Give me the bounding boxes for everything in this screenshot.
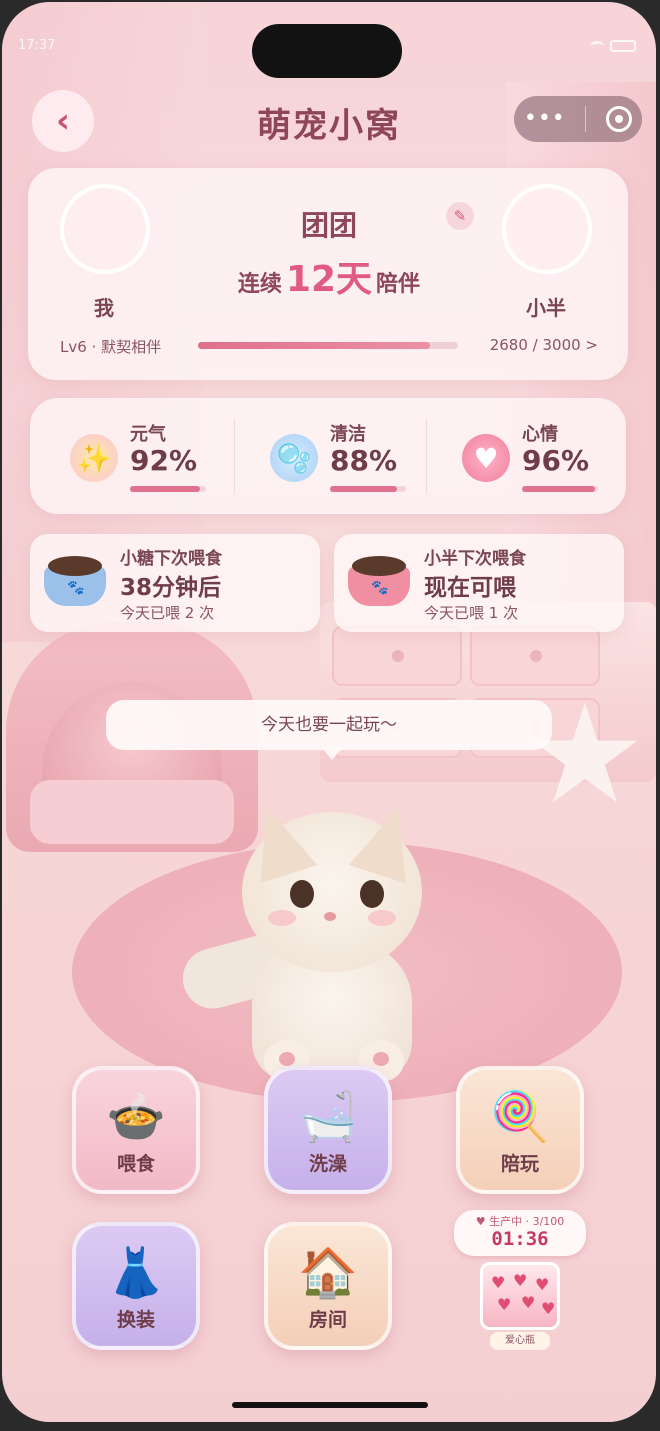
dress-button-label: 换装 [116,1309,155,1331]
feed-count: 今天已喂 2 次 [120,604,215,622]
avatar-label-me: 我 [94,296,114,320]
feed-status: 38分钟后 [120,575,222,601]
play-button-label: 陪玩 [500,1153,539,1175]
food-bowl-icon: 🐾 [44,556,106,610]
heart-jar[interactable]: ♥ 生产中 · 3/100 01:36 ♥ ♥ ♥ ♥ ♥ ♥ 爱心瓶 [454,1210,586,1350]
level-text: Lv6 · 默契相伴 [60,338,162,356]
stat-bar [522,486,598,492]
feed-status: 现在可喂 [424,575,516,601]
pet-info-box: 团团 连续 12天 陪伴 ✎ [170,182,488,314]
xp-link[interactable]: 2680 / 3000 > [490,336,598,354]
bath-button-label: 洗澡 [308,1153,347,1175]
streak-suffix: 陪伴 [376,272,421,297]
food-bowl-icon: 🍲 [106,1089,166,1145]
status-time: 17:37 [18,38,56,53]
room-button-label: 房间 [308,1309,347,1331]
rattle-toy-icon: 🍭 [490,1089,550,1145]
stat-bar [330,486,406,492]
streak-text: 连续 12天 陪伴 [170,250,488,302]
status-icons [590,40,636,52]
stat-bar [130,486,206,492]
stat-clean: 🫧 清洁 88% [230,398,428,514]
stats-card: ✨ 元气 92% 🫧 清洁 88% ♥ 心情 96% [30,398,626,514]
feed-title: 小糖下次喂食 [120,549,222,569]
home-indicator[interactable] [232,1402,428,1408]
speech-bubble: 今天也要一起玩～ [106,700,552,760]
stat-value: 92% [130,444,198,477]
dress-icon: 👗 [106,1245,166,1301]
stat-value: 96% [522,444,590,477]
couple-card: 我 小半 团团 连续 12天 陪伴 ✎ Lv6 · 默契相伴 2680 / 3000… [28,168,628,380]
battery-icon [610,40,636,52]
pet-name: 团团 [300,209,357,242]
food-bowl-icon: 🐾 [348,556,410,610]
stat-value: 88% [330,444,398,477]
production-timer: ♥ 生产中 · 3/100 01:36 [454,1210,586,1256]
streak-days: 12天 [285,259,373,300]
dynamic-island [252,24,402,78]
sparkle-heart-icon: ✨ [70,434,118,482]
room-button[interactable]: 🏠 房间 [264,1222,392,1350]
mini-program-capsule: ••• [514,96,642,142]
avatar-me[interactable] [60,184,150,274]
xp-progress-bar [198,342,458,349]
stat-label: 心情 [522,424,558,445]
avatar-partner[interactable] [502,184,592,274]
production-countdown: 01:36 [491,1228,549,1250]
production-status: ♥ 生产中 · 3/100 [475,1215,565,1228]
stat-energy: ✨ 元气 92% [30,398,228,514]
feed-count: 今天已喂 1 次 [424,604,519,622]
feed-card-xiaoban[interactable]: 🐾 小半下次喂食 现在可喂 今天已喂 1 次 [334,534,624,632]
stat-label: 清洁 [330,424,366,445]
house-icon: 🏠 [298,1245,358,1301]
wifi-icon [590,41,604,51]
heart-jar-icon: ♥ ♥ ♥ ♥ ♥ ♥ [480,1262,560,1330]
jar-label: 爱心瓶 [490,1332,550,1350]
bath-button[interactable]: 🛁 洗澡 [264,1066,392,1194]
stat-mood: ♥ 心情 96% [422,398,620,514]
bubble-icon: 🫧 [270,434,318,482]
heart-face-icon: ♥ [462,434,510,482]
edit-pencil-icon[interactable]: ✎ [446,202,474,230]
feed-button[interactable]: 🍲 喂食 [72,1066,200,1194]
stat-label: 元气 [130,424,166,445]
feed-title: 小半下次喂食 [424,549,526,569]
streak-prefix: 连续 [237,272,282,297]
app-screen: 17:37 ‹ 萌宠小窝 ••• 我 小半 团团 连续 12天 陪伴 ✎ Lv6 ·… [2,2,656,1422]
feed-button-label: 喂食 [116,1153,155,1175]
dress-button[interactable]: 👗 换装 [72,1222,200,1350]
kitten-pet[interactable] [176,792,452,1092]
avatar-label-partner: 小半 [526,296,566,320]
more-icon[interactable]: ••• [524,108,566,130]
bathtub-icon: 🛁 [298,1089,358,1145]
close-target-icon[interactable] [606,106,633,132]
play-button[interactable]: 🍭 陪玩 [456,1066,584,1194]
feed-card-xiaotang[interactable]: 🐾 小糖下次喂食 38分钟后 今天已喂 2 次 [30,534,320,632]
